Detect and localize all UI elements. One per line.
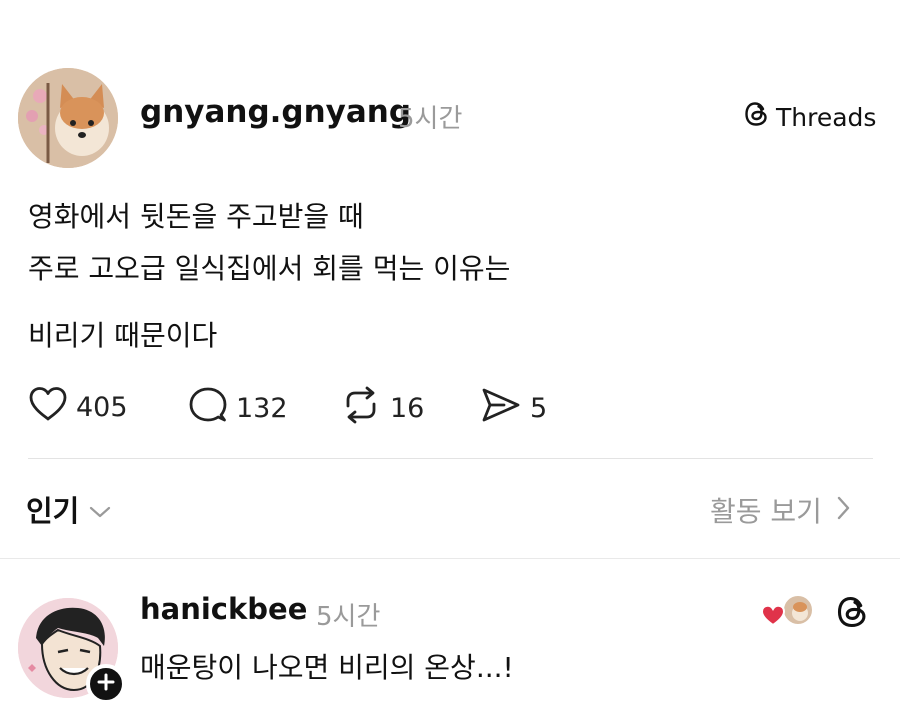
plus-icon xyxy=(97,673,115,695)
author-avatar[interactable] xyxy=(18,68,118,168)
reply-timestamp: 5시간 xyxy=(316,602,381,632)
threads-badge[interactable]: Threads xyxy=(744,100,876,134)
view-activity-link[interactable]: 활동 보기 xyxy=(710,490,850,530)
follow-button[interactable] xyxy=(86,664,126,704)
sort-dropdown[interactable]: 인기 xyxy=(26,488,111,530)
comment-button[interactable]: 132 xyxy=(188,386,288,431)
author-username[interactable]: gnyang.gnyang xyxy=(140,94,411,130)
threads-logo-icon[interactable] xyxy=(836,594,870,630)
chevron-down-icon xyxy=(89,492,111,526)
like-button[interactable]: 405 xyxy=(28,386,128,429)
threads-badge-label: Threads xyxy=(776,102,877,132)
repost-button[interactable]: 16 xyxy=(340,386,424,431)
post-text-line-3: 비리기 때문이다 xyxy=(28,319,218,352)
liked-by-author-indicator xyxy=(760,594,816,630)
threads-logo-icon xyxy=(744,100,770,134)
divider xyxy=(0,558,900,559)
heart-icon xyxy=(28,386,68,429)
like-count: 405 xyxy=(76,392,128,423)
reply-author-username[interactable]: hanickbee xyxy=(140,592,307,626)
post-text-line-2: 주로 고오급 일식집에서 회를 먹는 이유는 xyxy=(28,252,511,285)
sort-label: 인기 xyxy=(26,494,80,528)
view-activity-label: 활동 보기 xyxy=(710,495,822,528)
divider xyxy=(28,458,873,459)
comment-count: 132 xyxy=(236,393,288,424)
chevron-right-icon xyxy=(836,494,850,527)
share-count: 5 xyxy=(530,393,548,424)
post-timestamp: 5시간 xyxy=(398,104,463,134)
share-icon xyxy=(480,386,522,431)
comment-icon xyxy=(188,386,228,431)
post-text-line-1: 영화에서 뒷돈을 주고받을 때 xyxy=(28,200,364,233)
repost-count: 16 xyxy=(390,393,425,424)
reply-text: 매운탕이 나오면 비리의 온상...! xyxy=(140,651,514,684)
share-button[interactable]: 5 xyxy=(480,386,547,431)
repost-icon xyxy=(340,386,382,431)
